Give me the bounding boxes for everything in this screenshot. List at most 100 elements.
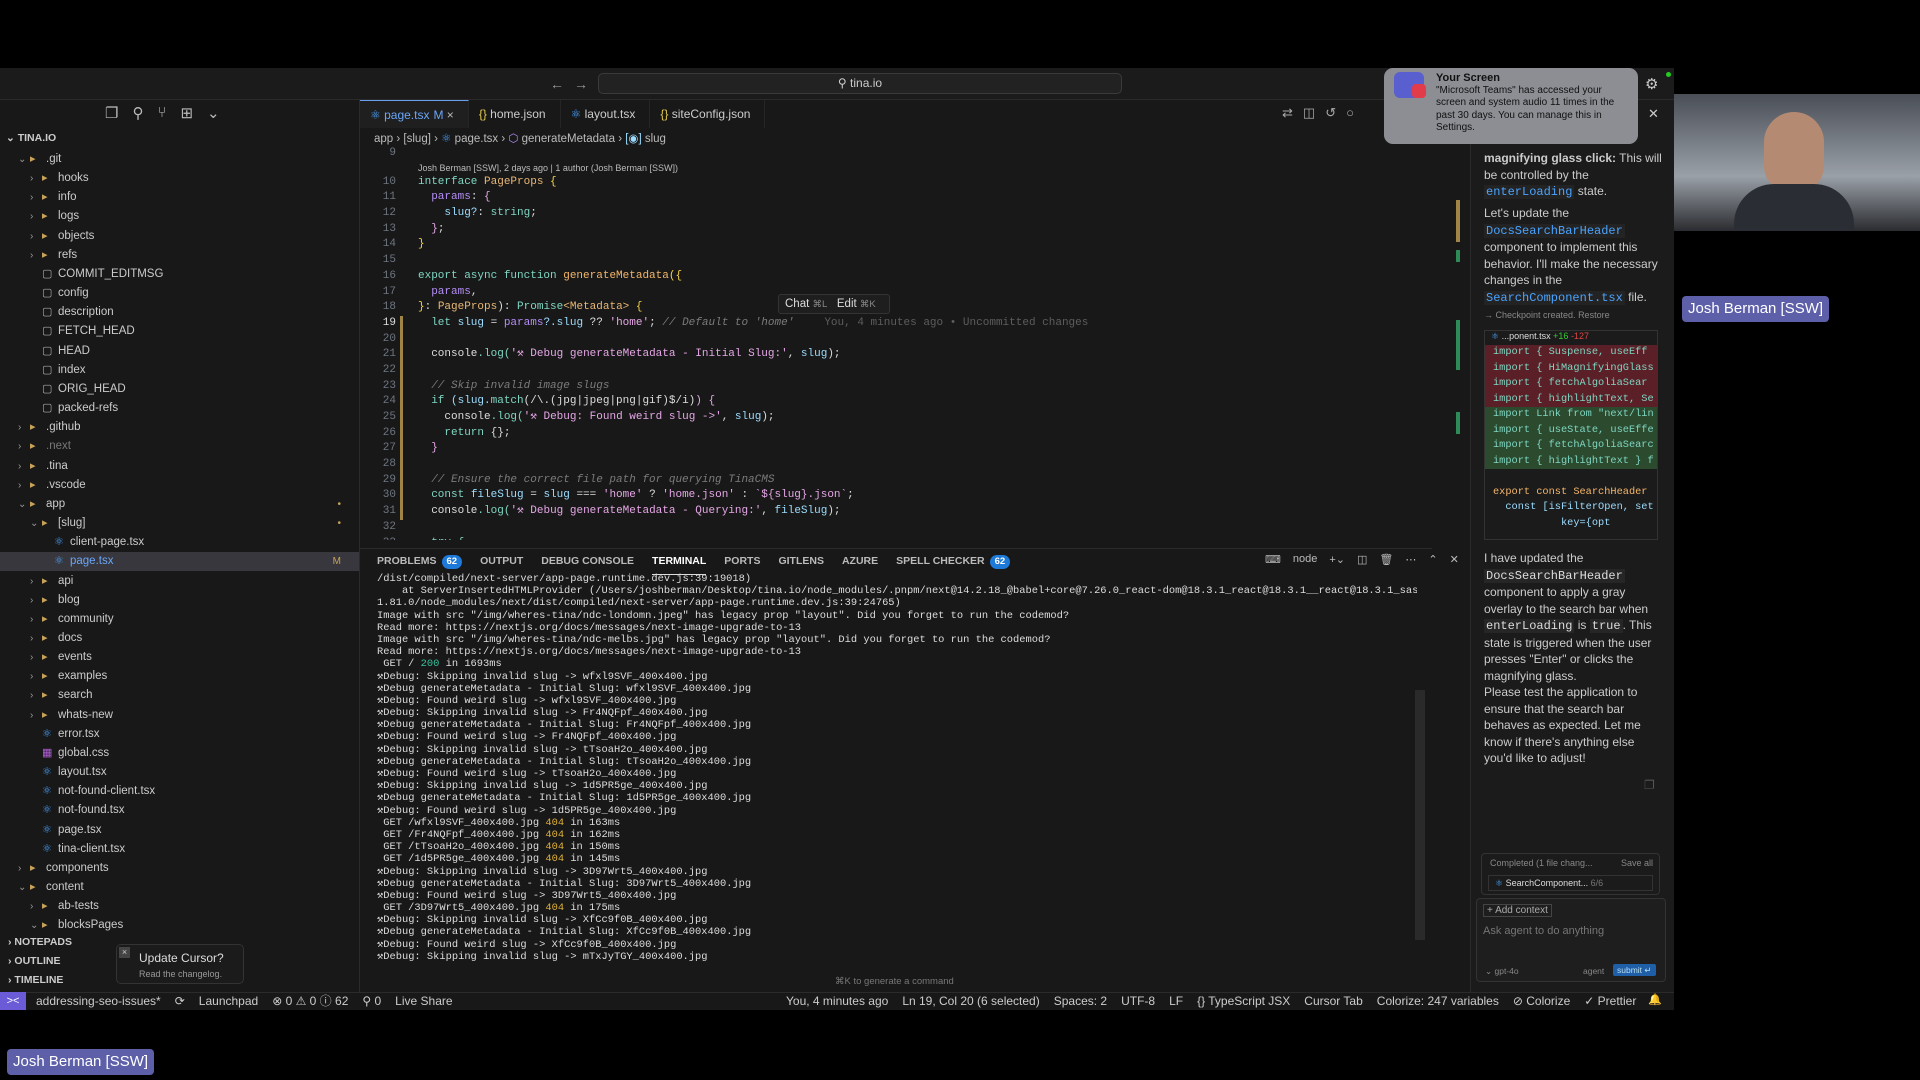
close-icon[interactable]: × [443, 108, 454, 122]
tree-item[interactable]: › ▸ .tina [0, 457, 359, 476]
tree-item[interactable]: ▢ HEAD [0, 342, 359, 361]
extensions-icon[interactable]: ⊞ [180, 104, 193, 122]
status-item[interactable]: Spaces: 2 [1054, 992, 1107, 1010]
chevron-down-icon[interactable]: ⌄ [207, 104, 220, 122]
tree-item[interactable]: › ▸ search [0, 686, 359, 705]
blame-annotation[interactable]: Josh Berman [SSW], 2 days ago | 1 author… [360, 162, 1432, 175]
code-editor[interactable]: 9 Josh Berman [SSW], 2 days ago | 1 autho… [360, 146, 1432, 540]
close-panel-icon[interactable]: ✕ [1450, 553, 1459, 566]
bell-icon[interactable]: 🔔 [1648, 993, 1662, 1006]
split-terminal-icon[interactable]: ◫ [1357, 553, 1367, 566]
tab-siteConfig-json[interactable]: {} siteConfig.json [650, 100, 766, 128]
explorer-root[interactable]: ⌄ TINA.IO [6, 132, 56, 144]
tree-item[interactable]: › ▸ hooks [0, 169, 359, 188]
add-context-button[interactable]: + Add context [1483, 904, 1552, 917]
restore-link[interactable]: Restore [1578, 310, 1610, 320]
status-item[interactable]: You, 4 minutes ago [786, 992, 888, 1010]
panel-tab-gitlens[interactable]: GITLENS [778, 553, 824, 575]
tree-item[interactable]: › ▸ refs [0, 246, 359, 265]
save-all-button[interactable]: Save all [1621, 858, 1653, 868]
model-selector[interactable]: ⌄ gpt-4o [1485, 966, 1519, 977]
breadcrumb-item[interactable]: app [374, 133, 393, 145]
search-icon[interactable]: ⚲ [132, 104, 143, 122]
status-live-share[interactable]: Live Share [395, 992, 452, 1010]
status-launchpad[interactable]: Launchpad [199, 992, 258, 1010]
terminal-output[interactable]: /dist/compiled/next-server/app-page.runt… [377, 573, 1417, 963]
tree-item[interactable]: ⌄ ▸ [slug] • [0, 514, 359, 533]
tree-item[interactable]: ⚛ client-page.tsx [0, 533, 359, 552]
back-button[interactable]: ← [550, 76, 564, 92]
diff-preview[interactable]: ⚛ ...ponent.tsx +16 -127 import { Suspen… [1484, 330, 1658, 540]
panel-tab-azure[interactable]: AZURE [842, 553, 878, 575]
panel-tab-output[interactable]: OUTPUT [480, 553, 523, 575]
tree-item[interactable]: › ▸ objects [0, 227, 359, 246]
status-item[interactable]: Ln 19, Col 20 (6 selected) [902, 992, 1039, 1010]
remote-button[interactable]: >< [0, 992, 26, 1010]
tab-page-tsx[interactable]: ⚛ page.tsx M × [360, 100, 469, 128]
terminal-scrollbar[interactable] [1415, 690, 1425, 940]
status-ports[interactable]: ⚲ 0 [362, 992, 381, 1010]
status-item[interactable]: Cursor Tab [1304, 992, 1362, 1010]
status-problems[interactable]: ⊗ 0 ⚠ 0 ⓘ 62 [272, 992, 348, 1010]
tree-item[interactable]: ▢ COMMIT_EDITMSG [0, 265, 359, 284]
tree-item[interactable]: ▢ packed-refs [0, 399, 359, 418]
tree-item[interactable]: › ▸ .next [0, 437, 359, 456]
tree-item[interactable]: › ▸ api [0, 572, 359, 591]
mode-selector[interactable]: agent [1583, 966, 1604, 976]
files-icon[interactable]: ❐ [105, 104, 118, 122]
tree-item[interactable]: › ▸ events [0, 648, 359, 667]
status-sync[interactable]: ⟳ [175, 992, 185, 1010]
agent-input[interactable] [1483, 925, 1659, 937]
tree-item[interactable]: › ▸ .github [0, 418, 359, 437]
status-item[interactable]: Colorize: 247 variables [1377, 992, 1499, 1010]
update-toast[interactable]: × Update Cursor? Read the changelog. [116, 944, 244, 984]
status-item[interactable]: ⊘ Colorize [1513, 992, 1570, 1010]
section-notepads[interactable]: › NOTEPADS [8, 936, 72, 948]
status-item[interactable]: ✓ Prettier [1584, 992, 1636, 1010]
tree-item[interactable]: ⌄ ▸ blocksPages [0, 916, 359, 935]
close-icon[interactable]: ✕ [1648, 106, 1659, 122]
tree-item[interactable]: › ▸ info [0, 188, 359, 207]
section-outline[interactable]: › OUTLINE [8, 955, 61, 967]
tab-layout-tsx[interactable]: ⚛ layout.tsx [561, 100, 651, 128]
tree-item[interactable]: ⚛ not-found-client.tsx [0, 782, 359, 801]
tree-item[interactable]: › ▸ components [0, 859, 359, 878]
more-icon[interactable]: ⋯ [1405, 553, 1416, 566]
tree-item[interactable]: ▢ ORIG_HEAD [0, 380, 359, 399]
compare-icon[interactable]: ⇄ [1282, 105, 1293, 121]
maximize-icon[interactable]: ⌃ [1428, 553, 1437, 566]
panel-tab-terminal[interactable]: TERMINAL [652, 553, 707, 575]
status-item[interactable]: LF [1169, 992, 1183, 1010]
gear-icon[interactable]: ⚙ [1645, 75, 1658, 93]
panel-tab-debug-console[interactable]: DEBUG CONSOLE [541, 553, 634, 575]
tree-item[interactable]: › ▸ whats-new [0, 706, 359, 725]
split-editor-icon[interactable]: ◫ [1303, 105, 1315, 121]
changed-file[interactable]: ⚛ SearchComponent... 6/6 [1488, 875, 1653, 891]
screen-access-notification[interactable]: Your Screen "Microsoft Teams" has access… [1384, 68, 1638, 144]
tree-item[interactable]: ▢ index [0, 361, 359, 380]
tree-item[interactable]: ⌄ ▸ app • [0, 495, 359, 514]
trash-icon[interactable]: 🗑 [1379, 553, 1393, 566]
forward-button[interactable]: → [574, 76, 588, 92]
tab-home-json[interactable]: {} home.json [469, 100, 561, 128]
tree-item[interactable]: ▢ description [0, 303, 359, 322]
tree-item[interactable]: ▦ global.css [0, 744, 359, 763]
tree-item[interactable]: ⚛ page.tsx [0, 821, 359, 840]
tree-item[interactable]: ▢ config [0, 284, 359, 303]
tree-item[interactable]: ⌄ ▸ .git [0, 150, 359, 169]
command-center-search[interactable]: ⚲ tina.io [598, 73, 1122, 94]
panel-tab-spell-checker[interactable]: SPELL CHECKER 62 [896, 553, 1011, 575]
edit-hint[interactable]: Edit [837, 298, 857, 310]
tree-item[interactable]: ⚛ page.tsx M [0, 552, 359, 572]
section-timeline[interactable]: › TIMELINE [8, 974, 63, 986]
status-branch[interactable]: addressing-seo-issues* [36, 992, 161, 1010]
status-item[interactable]: {} TypeScript JSX [1197, 992, 1290, 1010]
breadcrumb-item[interactable]: slug [645, 133, 666, 145]
tree-item[interactable]: › ▸ logs [0, 207, 359, 226]
breadcrumb-item[interactable]: page.tsx [455, 133, 498, 145]
breadcrumb-item[interactable]: generateMetadata [522, 133, 615, 145]
tree-item[interactable]: › ▸ .vscode [0, 476, 359, 495]
tree-item[interactable]: › ▸ blog [0, 591, 359, 610]
submit-button[interactable]: submit ↵ [1613, 964, 1656, 976]
close-icon[interactable]: × [119, 947, 130, 958]
